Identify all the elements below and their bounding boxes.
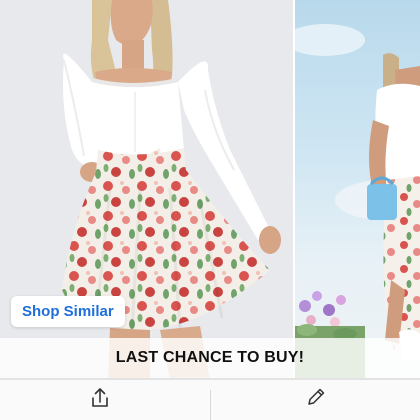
edit-button[interactable] xyxy=(296,386,336,420)
action-divider xyxy=(210,390,211,420)
product-image-gallery[interactable]: Shop Similar LAST CHANCE TO BUY! xyxy=(0,0,420,380)
share-icon xyxy=(92,388,108,407)
model-illustration-2 xyxy=(295,24,420,380)
shop-similar-button[interactable]: Shop Similar xyxy=(11,296,125,327)
last-chance-banner: LAST CHANCE TO BUY! xyxy=(0,338,420,378)
share-button[interactable] xyxy=(80,386,120,420)
banner-text: LAST CHANCE TO BUY! xyxy=(115,349,305,366)
action-bar xyxy=(0,380,420,420)
product-photo-next[interactable] xyxy=(295,0,420,380)
pencil-icon xyxy=(308,388,325,405)
